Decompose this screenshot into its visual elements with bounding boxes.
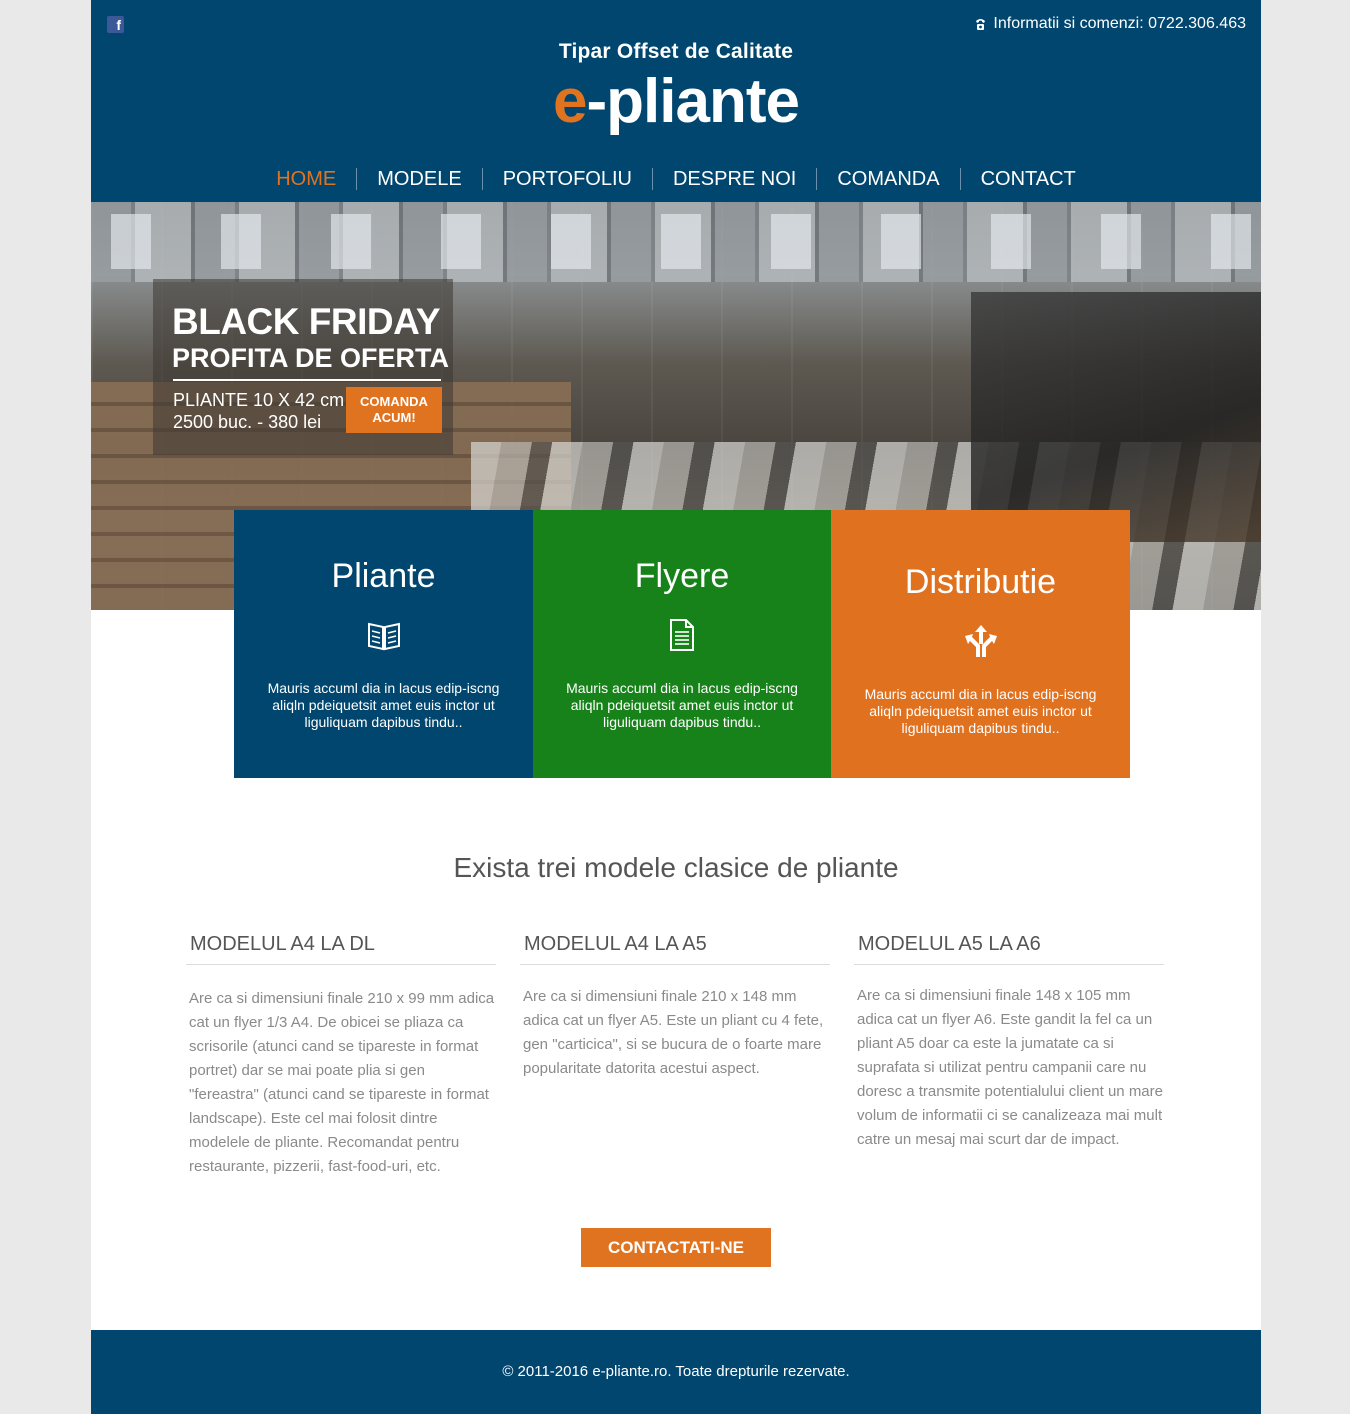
- open-book-icon: [367, 622, 400, 651]
- order-now-label-2: ACUM!: [372, 410, 416, 425]
- feature-flyere[interactable]: Flyere Mauris accuml dia in lacus edip-i…: [533, 510, 831, 778]
- promo-offer: PLIANTE 10 X 42 cm 2500 buc. - 380 lei: [173, 389, 344, 433]
- feature-text: Mauris accuml dia in lacus edip-iscng al…: [864, 686, 1097, 736]
- model-heading: MODELUL A4 LA DL: [186, 930, 496, 965]
- feature-pliante[interactable]: Pliante Mauris accuml dia in lacus edip-…: [234, 510, 533, 778]
- tagline: Tipar Offset de Calitate: [558, 40, 794, 63]
- feature-boxes: Pliante Mauris accuml dia in lacus edip-…: [234, 510, 1130, 778]
- hero-photo-machine: [971, 292, 1261, 542]
- logo-e: e: [553, 67, 587, 136]
- nav-modele[interactable]: MODELE: [357, 166, 481, 192]
- feature-text: Mauris accuml dia in lacus edip-iscng al…: [267, 680, 500, 730]
- model-a5-a6: MODELUL A5 LA A6 Are ca si dimensiuni fi…: [854, 930, 1164, 1152]
- nav-contact[interactable]: CONTACT: [961, 166, 1096, 192]
- copyright-text: © 2011-2016 e-pliante.ro. Toate drepturi…: [502, 1363, 850, 1380]
- contact-info: Informatii si comenzi: 0722.306.463: [974, 15, 1246, 33]
- models-section-title: Exista trei modele clasice de pliante: [453, 852, 899, 883]
- feature-title: Pliante: [331, 557, 436, 595]
- nav-despre-noi[interactable]: DESPRE NOI: [653, 166, 816, 192]
- model-description: Are ca si dimensiuni finale 148 x 105 mm…: [857, 987, 1163, 1148]
- model-description: Are ca si dimensiuni finale 210 x 148 mm…: [523, 988, 824, 1077]
- nav-comanda[interactable]: COMANDA: [817, 166, 959, 192]
- order-now-button[interactable]: COMANDA ACUM!: [346, 387, 442, 433]
- model-description: Are ca si dimensiuni finale 210 x 99 mm …: [189, 990, 495, 1175]
- page: f Informatii si comenzi: 0722.306.463 Ti…: [91, 0, 1261, 1414]
- promo-offer-line2: 2500 buc. - 380 lei: [173, 412, 322, 432]
- promo-subtitle: PROFITA DE OFERTA: [172, 343, 449, 373]
- feature-title: Flyere: [634, 557, 730, 595]
- model-heading: MODELUL A5 LA A6: [854, 930, 1164, 965]
- logo-text: -pliante: [586, 67, 800, 136]
- nav-home[interactable]: HOME: [256, 166, 356, 192]
- contact-label: Informatii si comenzi: 0722.306.463: [993, 15, 1246, 32]
- document-icon: [670, 619, 694, 651]
- split-arrows-icon: [964, 625, 997, 657]
- hero-photo-windows: [91, 214, 1261, 269]
- nav-portofoliu[interactable]: PORTOFOLIU: [483, 166, 652, 192]
- feature-distributie[interactable]: Distributie Mauris accuml dia in lacus e…: [831, 510, 1130, 778]
- model-heading: MODELUL A4 LA A5: [520, 930, 830, 965]
- main-nav: HOME MODELE PORTOFOLIU DESPRE NOI COMAND…: [91, 166, 1261, 192]
- promo-divider: [173, 379, 441, 381]
- promo-title: BLACK FRIDAY: [172, 301, 441, 342]
- order-now-label-1: COMANDA: [360, 394, 428, 409]
- promo-offer-line1: PLIANTE 10 X 42 cm: [173, 390, 345, 410]
- site-footer: © 2011-2016 e-pliante.ro. Toate drepturi…: [91, 1330, 1261, 1414]
- phone-icon: [976, 19, 986, 30]
- model-a4-dl: MODELUL A4 LA DL Are ca si dimensiuni fi…: [186, 930, 496, 1179]
- site-header: f Informatii si comenzi: 0722.306.463 Ti…: [91, 0, 1261, 202]
- facebook-icon[interactable]: f: [107, 16, 124, 33]
- logo[interactable]: e-pliante: [91, 66, 1261, 138]
- contact-us-button[interactable]: CONTACTATI-NE: [581, 1228, 771, 1267]
- model-a4-a5: MODELUL A4 LA A5 Are ca si dimensiuni fi…: [520, 930, 830, 1081]
- feature-text: Mauris accuml dia in lacus edip-iscng al…: [566, 680, 798, 730]
- feature-title: Distributie: [904, 563, 1057, 601]
